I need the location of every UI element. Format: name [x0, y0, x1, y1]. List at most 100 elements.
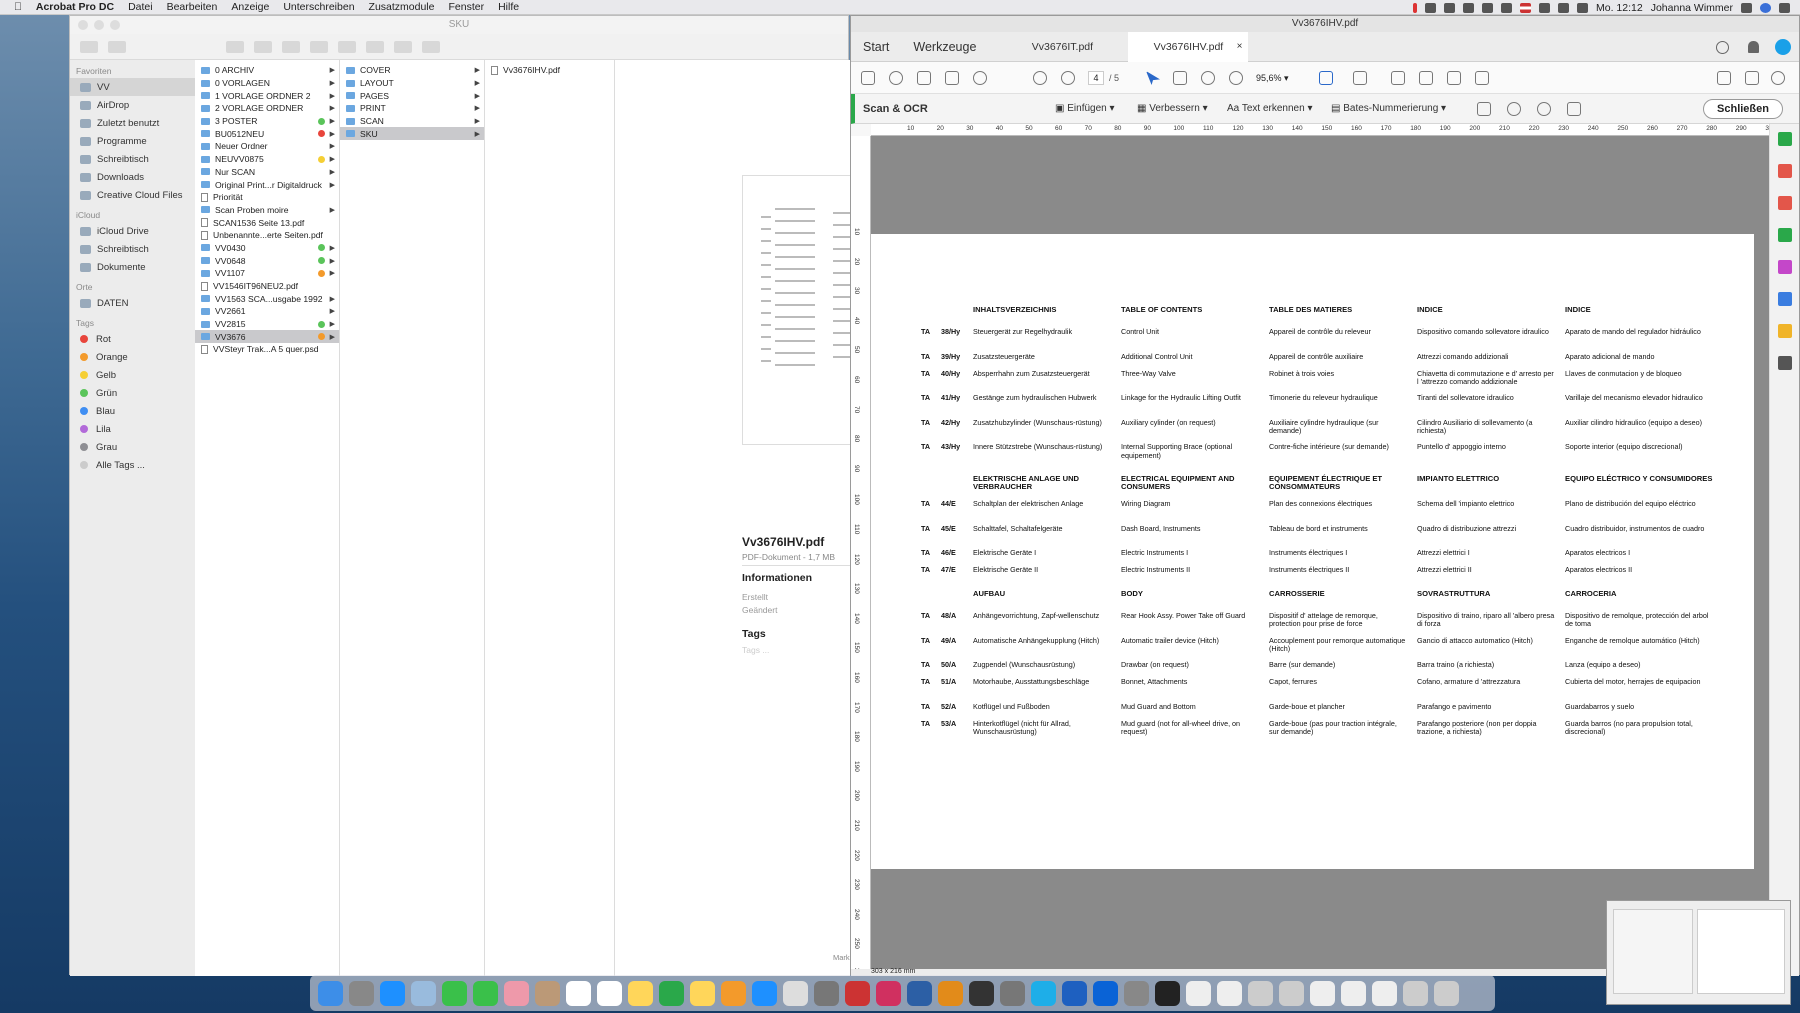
zoom-in-icon[interactable]: [1229, 71, 1243, 85]
bridge-icon[interactable]: [969, 980, 994, 1006]
bell-icon[interactable]: [1748, 41, 1759, 53]
insert-button[interactable]: ▣ Einfügen ▾: [1055, 94, 1115, 124]
facetime-icon[interactable]: [473, 980, 498, 1006]
view-gallery-icon[interactable]: [310, 40, 328, 53]
create-pdf-icon[interactable]: [1778, 164, 1792, 178]
siri-icon[interactable]: [1760, 2, 1771, 13]
protect-icon[interactable]: [1778, 324, 1792, 338]
creative-cloud-icon[interactable]: [1482, 2, 1494, 13]
display-icon[interactable]: [1444, 2, 1456, 13]
sidebar-item-icloud-desktop[interactable]: Schreibtisch: [70, 240, 195, 258]
scan-tool-icon[interactable]: [1778, 132, 1792, 146]
preview-icon[interactable]: [411, 980, 436, 1006]
back-icon[interactable]: [80, 40, 98, 53]
view-icons-icon[interactable]: [226, 40, 244, 53]
list-item[interactable]: SCAN ▶: [340, 115, 484, 128]
tab-document-ihv[interactable]: Vv3676IHV.pdf ×: [1128, 31, 1249, 62]
list-item[interactable]: NEUVV0875 ▶: [195, 153, 339, 166]
grid-icon[interactable]: [1501, 2, 1513, 13]
menu-app-name[interactable]: Acrobat Pro DC: [36, 1, 114, 13]
document-icon[interactable]: [1310, 980, 1335, 1006]
page-number-input[interactable]: 4: [1088, 71, 1104, 85]
action-gear-icon[interactable]: [366, 40, 384, 53]
sidebar-item-desktop[interactable]: Schreibtisch: [70, 150, 195, 168]
document-canvas[interactable]: INHALTSVERZEICHNIS TABLE OF CONTENTS TABLE…: [871, 136, 1771, 969]
indesign-icon[interactable]: [876, 980, 901, 1006]
sidebar-tag-1[interactable]: Orange: [70, 348, 195, 366]
screenshot-icon[interactable]: [1124, 980, 1149, 1006]
list-item[interactable]: Nur SCAN ▶: [195, 166, 339, 179]
sign-icon[interactable]: [1447, 71, 1461, 85]
cloud-icon[interactable]: [1463, 2, 1475, 13]
battery-icon[interactable]: [1577, 2, 1589, 13]
spotlight-search-icon[interactable]: [1741, 2, 1752, 13]
page-up-icon[interactable]: [1033, 71, 1047, 85]
sidebar-item-recents[interactable]: Zuletzt benutzt: [70, 114, 195, 132]
close-tool-button[interactable]: Schließen: [1703, 99, 1783, 119]
reminders-icon[interactable]: [597, 980, 622, 1006]
page-down-icon[interactable]: [1061, 71, 1075, 85]
list-item[interactable]: PRINT ▶: [340, 102, 484, 115]
stickies-icon[interactable]: [690, 980, 715, 1006]
comment-icon[interactable]: [1391, 71, 1405, 85]
terminal-icon[interactable]: [1155, 980, 1180, 1006]
menu-help[interactable]: Hilfe: [498, 1, 519, 13]
word-icon[interactable]: [1062, 980, 1087, 1006]
pen-icon[interactable]: [1419, 71, 1433, 85]
archive-icon[interactable]: [1248, 980, 1273, 1006]
menu-edit[interactable]: Bearbeiten: [167, 1, 218, 13]
menu-plugins[interactable]: Zusatzmodule: [369, 1, 435, 13]
list-item[interactable]: 0 VORLAGEN ▶: [195, 77, 339, 90]
location-icon[interactable]: [1425, 2, 1437, 13]
list-item[interactable]: SCAN1536 Seite 13.pdf: [195, 216, 339, 229]
trash-icon[interactable]: [1434, 980, 1459, 1006]
view-list-icon[interactable]: [254, 40, 272, 53]
list-item[interactable]: 0 ARCHIV ▶: [195, 64, 339, 77]
finder-icon[interactable]: [318, 980, 343, 1006]
page-icon[interactable]: [1477, 102, 1491, 116]
acrobat-icon[interactable]: [845, 980, 870, 1006]
sidebar-item-documents[interactable]: Dokumente: [70, 258, 195, 276]
sidebar-item-daten[interactable]: DATEN: [70, 294, 195, 312]
save-icon[interactable]: [861, 71, 875, 85]
bates-numbering-button[interactable]: ▤ Bates-Nummerierung ▾: [1331, 94, 1446, 124]
sidebar-tag-2[interactable]: Gelb: [70, 366, 195, 384]
sidebar-item-icloud-drive[interactable]: iCloud Drive: [70, 222, 195, 240]
safari-icon[interactable]: [380, 980, 405, 1006]
add-user-icon[interactable]: [1771, 71, 1785, 85]
rotate-right-icon[interactable]: [1537, 102, 1551, 116]
send-track-icon[interactable]: [1778, 292, 1792, 306]
skype-icon[interactable]: [1031, 980, 1056, 1006]
list-item[interactable]: VV2815 ▶: [195, 318, 339, 331]
list-item[interactable]: VV3676 ▶: [195, 330, 339, 344]
list-item[interactable]: Scan Proben moire ▶: [195, 204, 339, 217]
list-item[interactable]: LAYOUT ▶: [340, 77, 484, 90]
chrome-icon[interactable]: [783, 980, 808, 1006]
list-item[interactable]: 2 VORLAGE ORDNER ▶: [195, 102, 339, 115]
list-item[interactable]: VV1546IT96NEU2.pdf: [195, 280, 339, 293]
menu-window[interactable]: Fenster: [448, 1, 484, 13]
photoshop-icon[interactable]: [907, 980, 932, 1006]
zoom-level-select[interactable]: 95,6% ▾: [1256, 71, 1306, 85]
select-arrow-icon[interactable]: [1146, 71, 1160, 85]
messages-icon[interactable]: [442, 980, 467, 1006]
edit-pdf-icon[interactable]: [1778, 260, 1792, 274]
filemerge-icon[interactable]: [1000, 980, 1025, 1006]
list-item[interactable]: 3 POSTER ▶: [195, 115, 339, 128]
teamviewer-icon[interactable]: [1093, 980, 1118, 1006]
archive-icon[interactable]: [1279, 980, 1304, 1006]
menu-view[interactable]: Anzeige: [231, 1, 269, 13]
scroll-mode-icon[interactable]: [1353, 71, 1367, 85]
menu-sign[interactable]: Unterschreiben: [283, 1, 354, 13]
calendar-icon[interactable]: [566, 980, 591, 1006]
launchpad-icon[interactable]: [349, 980, 374, 1006]
app-store-icon[interactable]: [752, 980, 777, 1006]
tab-document-it[interactable]: Vv3676IT.pdf: [1002, 32, 1122, 62]
sidebar-item-vv[interactable]: VV: [70, 78, 195, 96]
flag-icon[interactable]: [1520, 2, 1532, 13]
sidebar-tag-7[interactable]: Alle Tags ...: [70, 456, 195, 474]
status-icon[interactable]: [1413, 2, 1418, 13]
preview-tags-field[interactable]: Tags ...: [742, 645, 769, 655]
list-item[interactable]: Original Print...r Digitaldruck ▶: [195, 178, 339, 191]
list-item[interactable]: VV1107 ▶: [195, 267, 339, 280]
